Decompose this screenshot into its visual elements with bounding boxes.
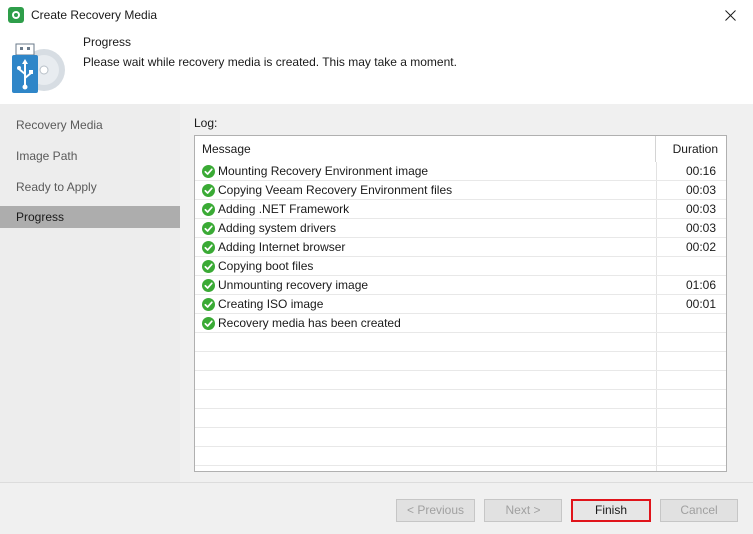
step-image-path: Image Path	[16, 149, 78, 163]
log-row-empty	[195, 371, 726, 390]
log-row[interactable]: Unmounting recovery image 01:06	[195, 276, 726, 295]
log-row-empty	[195, 390, 726, 409]
finish-button[interactable]: Finish	[571, 499, 651, 522]
log-duration: 00:03	[685, 202, 716, 216]
log-message: Adding .NET Framework	[218, 202, 350, 216]
log-duration	[656, 314, 726, 333]
column-header-message[interactable]: Message	[195, 136, 656, 162]
log-message: Creating ISO image	[218, 297, 324, 311]
log-row[interactable]: Creating ISO image 00:01	[195, 295, 726, 314]
log-duration: 00:02	[685, 240, 716, 254]
log-row[interactable]: Adding Internet browser 00:02	[195, 238, 726, 257]
log-row-empty	[195, 333, 726, 352]
log-row-empty	[195, 447, 726, 466]
page-description: Please wait while recovery media is crea…	[83, 55, 457, 69]
log-duration	[656, 257, 726, 276]
usb-drive-icon	[12, 43, 65, 93]
close-button[interactable]	[707, 0, 753, 30]
window-title: Create Recovery Media	[31, 8, 158, 22]
log-duration: 00:01	[685, 297, 716, 311]
log-duration: 01:06	[685, 278, 716, 292]
log-message: Adding system drivers	[218, 221, 337, 235]
log-row-empty	[195, 428, 726, 447]
log-duration: 00:03	[685, 183, 716, 197]
log-message: Copying Veeam Recovery Environment files	[218, 183, 453, 197]
log-row-empty	[195, 409, 726, 428]
log-row[interactable]: Recovery media has been created	[195, 314, 726, 333]
close-icon	[724, 9, 736, 21]
column-header-duration[interactable]: Duration	[656, 136, 726, 162]
wizard-footer: < Previous Next > Finish Cancel	[0, 482, 753, 534]
veeam-icon	[8, 7, 24, 23]
next-button[interactable]: Next >	[484, 499, 562, 522]
log-message: Mounting Recovery Environment image	[218, 164, 429, 178]
title-bar: Create Recovery Media	[0, 0, 753, 30]
log-row[interactable]: Adding system drivers 00:03	[195, 219, 726, 238]
main-panel: Log: Message Duration Mounting Recovery …	[180, 104, 753, 482]
log-row[interactable]: Adding .NET Framework 00:03	[195, 200, 726, 219]
wizard-header: Progress Please wait while recovery medi…	[0, 30, 753, 104]
step-recovery-media: Recovery Media	[16, 118, 103, 132]
log-message: Copying boot files	[218, 259, 314, 273]
log-message: Unmounting recovery image	[218, 278, 369, 292]
log-duration: 00:03	[685, 221, 716, 235]
log-row[interactable]: Copying boot files	[195, 257, 726, 276]
log-row-empty	[195, 352, 726, 371]
log-table[interactable]: Message Duration Mounting Recovery Envir…	[194, 135, 727, 472]
previous-button[interactable]: < Previous	[396, 499, 475, 522]
step-progress: Progress	[0, 206, 180, 228]
log-message: Recovery media has been created	[218, 316, 401, 330]
log-duration: 00:16	[685, 164, 716, 178]
log-row[interactable]: Copying Veeam Recovery Environment files…	[195, 181, 726, 200]
log-message: Adding Internet browser	[218, 240, 346, 254]
step-ready-to-apply: Ready to Apply	[16, 180, 97, 194]
page-title: Progress	[83, 35, 132, 49]
log-label: Log:	[194, 116, 218, 130]
wizard-steps: Recovery Media Image Path Ready to Apply…	[0, 104, 180, 482]
log-row[interactable]: Mounting Recovery Environment image 00:16	[195, 162, 726, 181]
cancel-button[interactable]: Cancel	[660, 499, 738, 522]
